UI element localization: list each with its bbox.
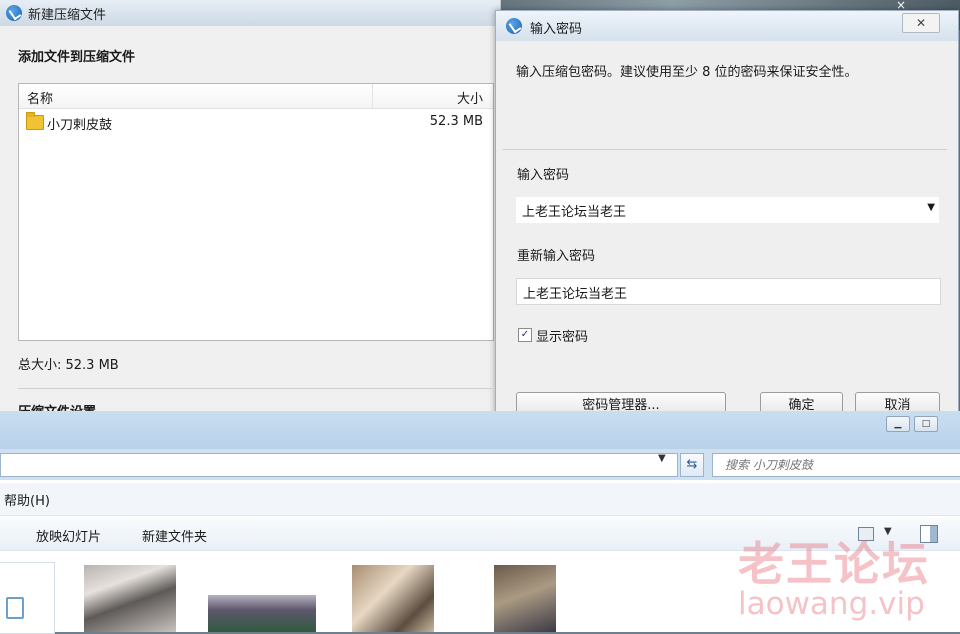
reenter-password-label: 重新输入密码 [517,249,596,264]
search-input[interactable] [725,456,945,474]
search-box[interactable] [712,453,960,477]
photo-thumbnail[interactable] [84,565,176,632]
column-header-size[interactable]: 大小 [457,88,483,107]
chevron-down-icon[interactable]: ▼ [927,202,935,213]
file-name: 小刀剌皮鼓 [47,118,113,133]
address-bar-row: ▼ ⇆ [0,449,960,480]
total-size-label: 总大小: 52.3 MB [18,358,119,373]
app-logo-icon [506,18,522,34]
file-list: 名称 大小 小刀剌皮鼓 52.3 MB [18,83,494,341]
divider [18,388,492,389]
chevron-down-icon[interactable]: ▼ [658,453,666,464]
minimize-icon[interactable]: ▁ [886,416,910,432]
file-thumbnail[interactable] [0,562,55,634]
reenter-password-value: 上老王论坛当老王 [523,287,628,302]
file-size: 52.3 MB [429,114,483,129]
dialog-title: 输入密码 [530,22,583,37]
show-password-checkbox[interactable]: ✓ [518,328,532,342]
dialog-titlebar: 输入密码 ✕ [496,11,958,41]
file-row[interactable]: 小刀剌皮鼓 52.3 MB [19,112,493,134]
folder-icon [26,112,44,130]
photo-thumbnail[interactable] [208,595,316,632]
column-separator[interactable] [372,84,373,108]
explorer-titlebar: ▁ □ [0,411,960,449]
refresh-icon[interactable]: ⇆ [680,453,704,477]
menu-item-help[interactable]: 帮助(H) [4,490,50,509]
dialog-message: 输入压缩包密码。建议使用至少 8 位的密码来保证安全性。 [516,65,858,80]
column-header-name[interactable]: 名称 [27,88,53,107]
new-folder-button[interactable]: 新建文件夹 [142,526,207,545]
password-value: 上老王论坛当老王 [522,205,627,220]
compress-window-title: 新建压缩文件 [28,8,107,23]
menu-bar: 帮助(H) [0,483,960,516]
reenter-password-input[interactable]: 上老王论坛当老王 [516,278,941,305]
password-combobox[interactable]: 上老王论坛当老王 ▼ [516,197,939,223]
maximize-icon[interactable]: □ [914,416,938,432]
photo-thumbnail[interactable] [494,565,556,632]
app-logo-icon [6,5,22,21]
password-dialog: 输入密码 ✕ 输入压缩包密码。建议使用至少 8 位的密码来保证安全性。 输入密码… [495,10,959,420]
watermark-url: laowang.vip [738,586,925,622]
add-files-heading: 添加文件到压缩文件 [18,50,136,65]
slideshow-button[interactable]: 放映幻灯片 [36,526,101,545]
document-icon [6,597,24,619]
show-password-label[interactable]: 显示密码 [536,326,588,345]
password-label: 输入密码 [517,168,570,183]
watermark-text: 老王论坛 [738,537,930,591]
close-icon[interactable]: ✕ [902,13,940,33]
photo-thumbnail[interactable] [352,565,434,632]
compress-window-titlebar: 新建压缩文件 [0,0,500,26]
compress-window: 新建压缩文件 添加文件到压缩文件 名称 大小 小刀剌皮鼓 52.3 MB 总大小… [0,0,501,420]
divider [503,149,947,150]
address-bar[interactable] [0,453,678,477]
file-list-header: 名称 大小 [19,84,493,109]
